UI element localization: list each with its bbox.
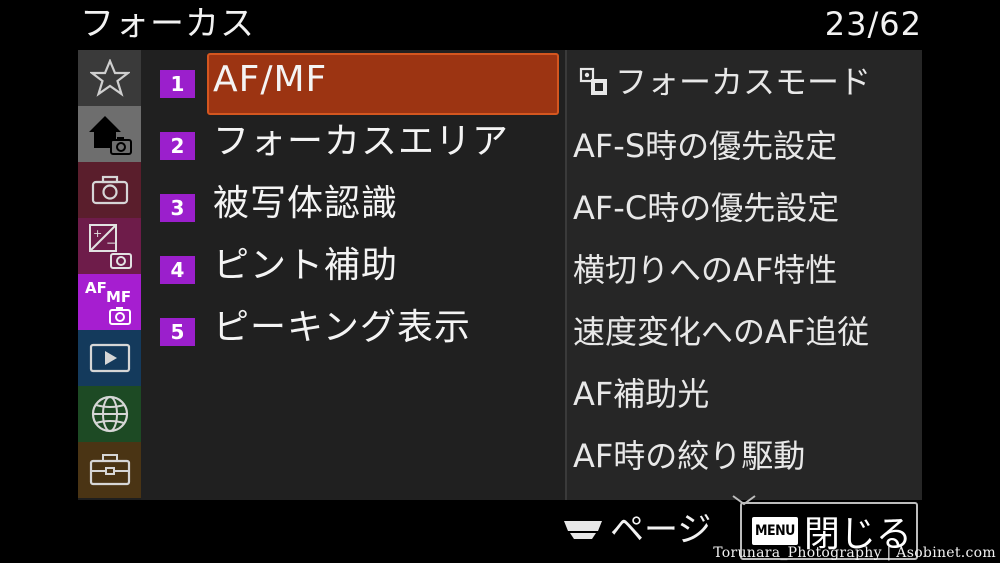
submenu-item[interactable]: 横切りへのAF特性 bbox=[573, 248, 837, 292]
sidebar: + − AF MF bbox=[78, 50, 141, 500]
menu-item-label: AF/MF bbox=[213, 59, 328, 100]
menu-item-label: フォーカスエリア bbox=[213, 121, 510, 162]
submenu-item[interactable]: AF-C時の優先設定 bbox=[573, 186, 839, 230]
menu-item-focus-area[interactable]: 2 フォーカスエリア bbox=[141, 112, 565, 170]
menu-list: 1 AF/MF 2 フォーカスエリア 3 被写体認識 4 ピント補助 5 ピーキ… bbox=[141, 50, 565, 500]
tab-shooting[interactable] bbox=[78, 162, 141, 218]
page-counter: 23/62 bbox=[824, 5, 922, 43]
playback-icon bbox=[89, 343, 130, 373]
submenu-item-label: フォーカスモード bbox=[615, 63, 872, 101]
tab-setup[interactable] bbox=[78, 442, 141, 498]
tab-my-menu[interactable] bbox=[78, 50, 141, 106]
camera-icon bbox=[91, 175, 128, 205]
menu-item-label: 被写体認識 bbox=[213, 183, 399, 224]
exposure-camera-icon: + − bbox=[88, 224, 132, 269]
star-icon bbox=[89, 59, 130, 97]
item-number: 2 bbox=[160, 132, 195, 160]
svg-text:AF: AF bbox=[85, 279, 107, 297]
af-mf-camera-icon: AF MF bbox=[85, 279, 131, 325]
svg-text:MF: MF bbox=[106, 288, 131, 306]
item-number: 3 bbox=[160, 194, 195, 222]
tab-network[interactable] bbox=[78, 386, 141, 442]
menu-frame: + − AF MF 1 AF/MF 2 フォーカスエリア 3 被写体認識 4 ピ… bbox=[78, 50, 922, 500]
page-label: ページ bbox=[610, 510, 712, 550]
globe-icon bbox=[91, 395, 128, 433]
submenu-list: フォーカスモード AF-S時の優先設定 AF-C時の優先設定 横切りへのAF特性… bbox=[567, 50, 922, 500]
menu-item-focus-assist[interactable]: 4 ピント補助 bbox=[141, 236, 565, 294]
watermark: Torunara_Photography | Asobinet.com bbox=[713, 545, 996, 561]
submenu-item[interactable]: AF時の絞り駆動 bbox=[573, 434, 805, 478]
item-number: 1 bbox=[160, 70, 195, 98]
menu-item-label: ピント補助 bbox=[213, 245, 399, 286]
submenu-item[interactable]: 速度変化へのAF追従 bbox=[573, 310, 869, 354]
page-title: フォーカス bbox=[80, 4, 255, 44]
control-wheel-icon bbox=[564, 521, 602, 539]
item-number: 4 bbox=[160, 256, 195, 284]
menu-item-subject-recognition[interactable]: 3 被写体認識 bbox=[141, 174, 565, 232]
menu-item-af-mf[interactable]: 1 AF/MF bbox=[141, 50, 565, 115]
submenu-item[interactable]: AF補助光 bbox=[573, 372, 709, 416]
menu-item-label: ピーキング表示 bbox=[213, 307, 471, 348]
menu-item-peaking-display[interactable]: 5 ピーキング表示 bbox=[141, 298, 565, 356]
tab-playback[interactable] bbox=[78, 330, 141, 386]
page-hint: ページ bbox=[562, 510, 711, 550]
svg-text:−: − bbox=[106, 236, 116, 250]
tab-main[interactable] bbox=[78, 106, 141, 162]
focus-mode-icon bbox=[579, 67, 607, 95]
submenu-item[interactable]: AF-S時の優先設定 bbox=[573, 124, 837, 168]
menu-button-icon: MENU bbox=[752, 517, 798, 545]
home-camera-icon bbox=[88, 116, 132, 155]
tab-exposure[interactable]: + − bbox=[78, 218, 141, 274]
item-number: 5 bbox=[160, 318, 195, 346]
svg-text:+: + bbox=[93, 227, 102, 240]
tab-af-mf[interactable]: AF MF bbox=[78, 274, 141, 330]
toolbox-icon bbox=[89, 454, 130, 486]
submenu-item[interactable]: フォーカスモード bbox=[577, 60, 871, 104]
